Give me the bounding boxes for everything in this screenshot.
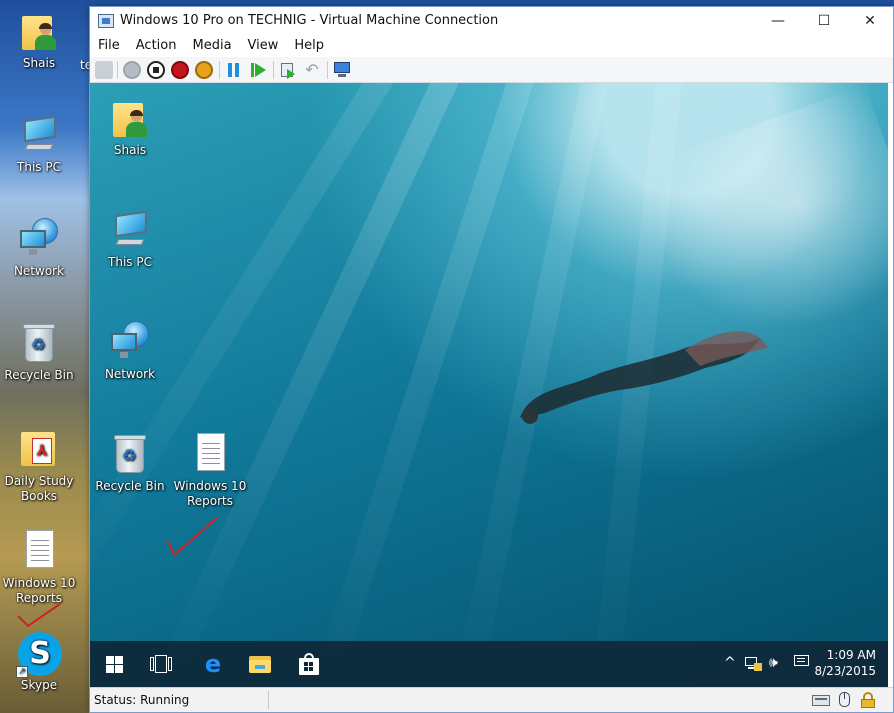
mouse-capture-icon	[836, 692, 854, 708]
enhanced-session-icon[interactable]	[333, 61, 351, 79]
vm-connection-window: Windows 10 Pro on TECHNIG - Virtual Mach…	[89, 6, 894, 713]
user-folder-icon	[109, 97, 151, 139]
vm-connection-icon	[98, 14, 114, 28]
computer-icon	[18, 114, 60, 156]
host-icon-label: Skype	[20, 678, 58, 692]
toolbar: ↶	[90, 57, 893, 83]
minimize-button[interactable]: —	[755, 7, 801, 35]
host-icon-label: This PC	[17, 160, 61, 174]
system-tray: ^ 🕪 1:09 AM 8/23/2015	[708, 641, 888, 687]
status-bar: Status: Running	[90, 687, 893, 712]
status-text: Status: Running	[94, 693, 190, 707]
volume-icon[interactable]: 🕪	[769, 655, 778, 671]
network-tray-icon[interactable]	[745, 655, 762, 671]
host-desktop-icons: Shais te This PC Network ♻ Recycle Bin ⅄…	[0, 0, 92, 713]
host-icon-network[interactable]: Network	[0, 218, 78, 279]
host-icon-this-pc[interactable]: This PC	[0, 114, 78, 175]
save-icon[interactable]	[195, 61, 213, 79]
revert-icon[interactable]: ↶	[303, 61, 321, 79]
keyboard-icon	[812, 692, 830, 708]
shut-down-icon[interactable]	[171, 61, 189, 79]
network-icon	[109, 321, 151, 363]
file-explorer-icon[interactable]	[247, 651, 273, 677]
checkpoint-icon[interactable]	[279, 61, 297, 79]
document-icon	[189, 433, 231, 475]
pdf-folder-icon: ⅄	[18, 428, 60, 470]
show-hidden-icons-icon[interactable]: ^	[724, 655, 736, 671]
guest-desktop[interactable]: Shais This PC Network ♻ Recycle Bin Wind…	[90, 83, 888, 687]
computer-icon	[109, 209, 151, 251]
action-center-icon[interactable]	[794, 655, 810, 669]
host-icon-label: Network	[13, 264, 65, 278]
store-icon[interactable]	[296, 651, 322, 677]
menu-view[interactable]: View	[240, 35, 287, 53]
host-icon-daily-study-books[interactable]: ⅄ Daily Study Books	[0, 428, 78, 504]
menu-help[interactable]: Help	[286, 35, 332, 53]
pause-icon[interactable]	[225, 61, 243, 79]
recycle-bin-icon: ♻	[109, 433, 151, 475]
close-button[interactable]: ✕	[847, 7, 893, 35]
start-icon[interactable]	[123, 61, 141, 79]
guest-icon-label: Windows 10 Reports	[173, 479, 247, 508]
edge-icon[interactable]: e	[200, 651, 226, 677]
guest-icon-windows-10-reports[interactable]: Windows 10 Reports	[170, 433, 250, 509]
host-icon-skype[interactable]: S ↗ Skype	[0, 632, 78, 693]
host-icon-shais[interactable]: Shais	[0, 10, 78, 71]
turn-off-icon[interactable]	[147, 61, 165, 79]
guest-taskbar: e ^ 🕪 1:09 AM 8/23/2015	[90, 641, 888, 687]
guest-icon-label: Network	[104, 367, 156, 381]
guest-icon-this-pc[interactable]: This PC	[90, 209, 170, 270]
clock[interactable]: 1:09 AM 8/23/2015	[812, 647, 876, 679]
menu-bar: File Action Media View Help	[90, 35, 893, 57]
guest-icon-label: Recycle Bin	[95, 479, 165, 493]
host-check-mark	[17, 603, 61, 628]
skype-icon: S ↗	[16, 632, 62, 678]
reset-icon[interactable]	[249, 61, 267, 79]
host-icon-label: Shais	[22, 56, 56, 70]
recycle-bin-icon: ♻	[18, 322, 60, 364]
lock-icon	[860, 692, 878, 708]
guest-icon-shais[interactable]: Shais	[90, 97, 170, 158]
guest-icon-label: This PC	[108, 255, 152, 269]
swimmer-image	[520, 331, 768, 424]
guest-check-mark	[167, 516, 219, 557]
guest-icon-network[interactable]: Network	[90, 321, 170, 382]
menu-action[interactable]: Action	[128, 35, 185, 53]
guest-icon-label: Shais	[113, 143, 147, 157]
host-icon-label: Daily Study Books	[4, 474, 74, 503]
guest-icon-recycle-bin[interactable]: ♻ Recycle Bin	[90, 433, 170, 494]
menu-media[interactable]: Media	[184, 35, 239, 53]
host-icon-label: Recycle Bin	[4, 368, 74, 382]
maximize-button[interactable]: ☐	[801, 7, 847, 35]
menu-file[interactable]: File	[90, 35, 128, 53]
document-icon	[18, 530, 60, 572]
clock-time: 1:09 AM	[826, 648, 876, 662]
host-icon-recycle-bin[interactable]: ♻ Recycle Bin	[0, 322, 78, 383]
ctrl-alt-del-icon[interactable]	[95, 61, 113, 79]
start-icon[interactable]	[102, 651, 128, 677]
host-icon-windows-10-reports[interactable]: Windows 10 Reports	[0, 530, 78, 606]
window-titlebar[interactable]: Windows 10 Pro on TECHNIG - Virtual Mach…	[90, 7, 893, 35]
window-title: Windows 10 Pro on TECHNIG - Virtual Mach…	[120, 13, 499, 28]
network-icon	[18, 218, 60, 260]
user-folder-icon	[18, 10, 60, 52]
task-view-icon[interactable]	[148, 651, 174, 677]
clock-date: 8/23/2015	[814, 664, 876, 678]
